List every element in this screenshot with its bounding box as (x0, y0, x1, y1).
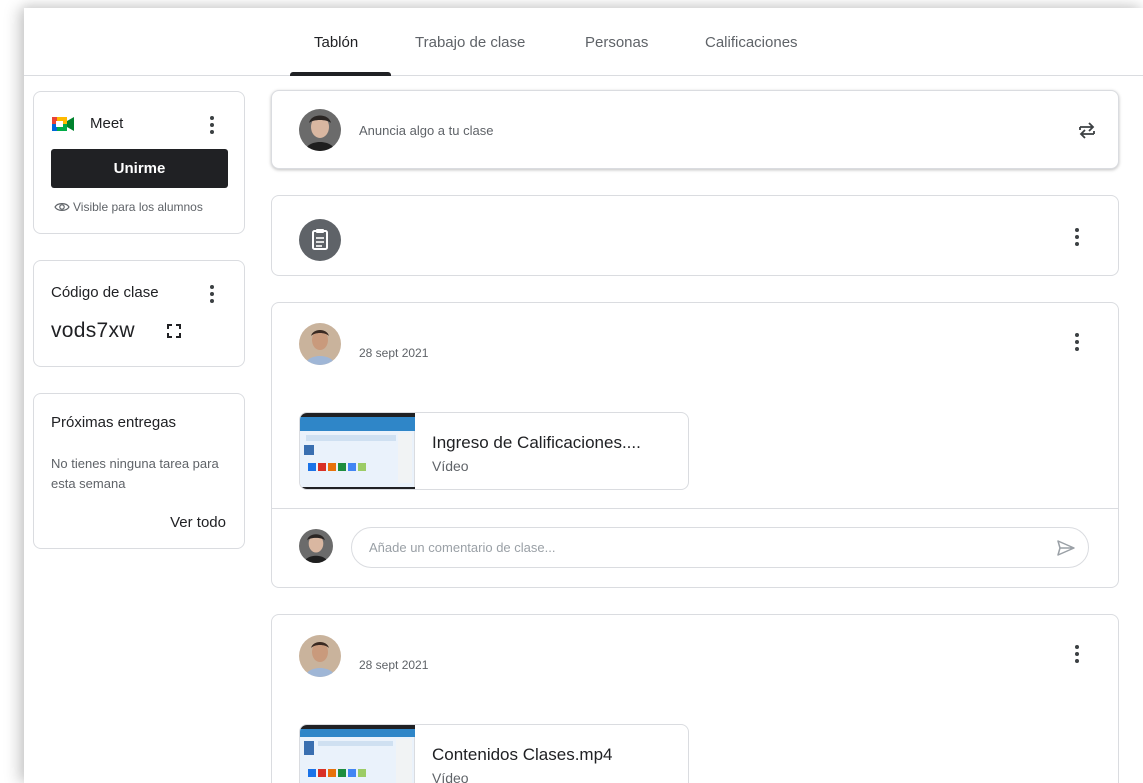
assignment-card[interactable] (271, 195, 1119, 276)
attachment-title: Contenidos Clases.mp4 (432, 745, 613, 764)
assignment-icon (299, 219, 341, 261)
attachment-type: Vídeo (432, 458, 469, 474)
repost-icon[interactable] (1076, 119, 1098, 141)
post-date: 28 sept 2021 (359, 658, 429, 672)
assignment-more-icon[interactable] (1075, 228, 1079, 246)
announce-placeholder: Anuncia algo a tu clase (359, 123, 494, 138)
visibility-text: Visible para los alumnos (73, 200, 203, 214)
attachment-title: Ingreso de Calificaciones.... (432, 433, 641, 452)
class-code-title: Código de clase (51, 284, 159, 301)
video-thumbnail (300, 725, 415, 783)
eye-icon (54, 203, 70, 211)
announce-box[interactable]: Anuncia algo a tu clase (271, 90, 1119, 169)
commenter-avatar (299, 529, 333, 563)
tab-bar: Tablón Trabajo de clase Personas Calific… (24, 8, 1143, 76)
post-more-icon[interactable] (1075, 333, 1079, 351)
video-thumbnail (300, 413, 415, 489)
class-code-card: Código de clase vods7xw (33, 260, 245, 367)
comment-divider (272, 508, 1118, 509)
tab-tablon[interactable]: Tablón (314, 34, 358, 51)
video-attachment[interactable]: Ingreso de Calificaciones.... Vídeo (299, 412, 689, 490)
user-avatar (299, 109, 341, 151)
tab-trabajo-de-clase[interactable]: Trabajo de clase (415, 34, 525, 51)
meet-more-icon[interactable] (210, 116, 214, 134)
view-all-link[interactable]: Ver todo (170, 514, 226, 531)
send-icon[interactable] (1056, 538, 1076, 558)
post-date: 28 sept 2021 (359, 346, 429, 360)
classroom-window: Tablón Trabajo de clase Personas Calific… (24, 8, 1143, 783)
comment-input[interactable]: Añade un comentario de clase... (351, 527, 1089, 568)
tab-calificaciones[interactable]: Calificaciones (705, 34, 798, 51)
upcoming-title: Próximas entregas (51, 414, 177, 431)
meet-title: Meet (90, 115, 124, 132)
teacher-avatar (299, 323, 341, 365)
class-code-value: vods7xw (51, 319, 135, 342)
upcoming-empty-text: No tienes ninguna tarea para esta semana (51, 456, 219, 491)
meet-card: Meet Unirme Visible para los alumnos (33, 91, 245, 234)
post-more-icon[interactable] (1075, 645, 1079, 663)
class-code-more-icon[interactable] (210, 285, 214, 303)
upcoming-card: Próximas entregas No tienes ninguna tare… (33, 393, 245, 549)
fullscreen-icon[interactable] (167, 324, 181, 338)
join-meet-button[interactable]: Unirme (51, 149, 228, 188)
google-meet-icon (52, 117, 74, 131)
attachment-type: Vídeo (432, 770, 469, 783)
visibility-note: Visible para los alumnos (54, 200, 203, 214)
tab-personas[interactable]: Personas (585, 34, 648, 51)
active-tab-indicator (290, 72, 391, 76)
comment-placeholder: Añade un comentario de clase... (369, 540, 556, 555)
post-card: 28 sept 2021 Ingreso de Calificaciones..… (271, 302, 1119, 588)
post-card: 28 sept 2021 Contenidos Clases.mp4 Vídeo (271, 614, 1119, 783)
video-attachment[interactable]: Contenidos Clases.mp4 Vídeo (299, 724, 689, 783)
teacher-avatar (299, 635, 341, 677)
